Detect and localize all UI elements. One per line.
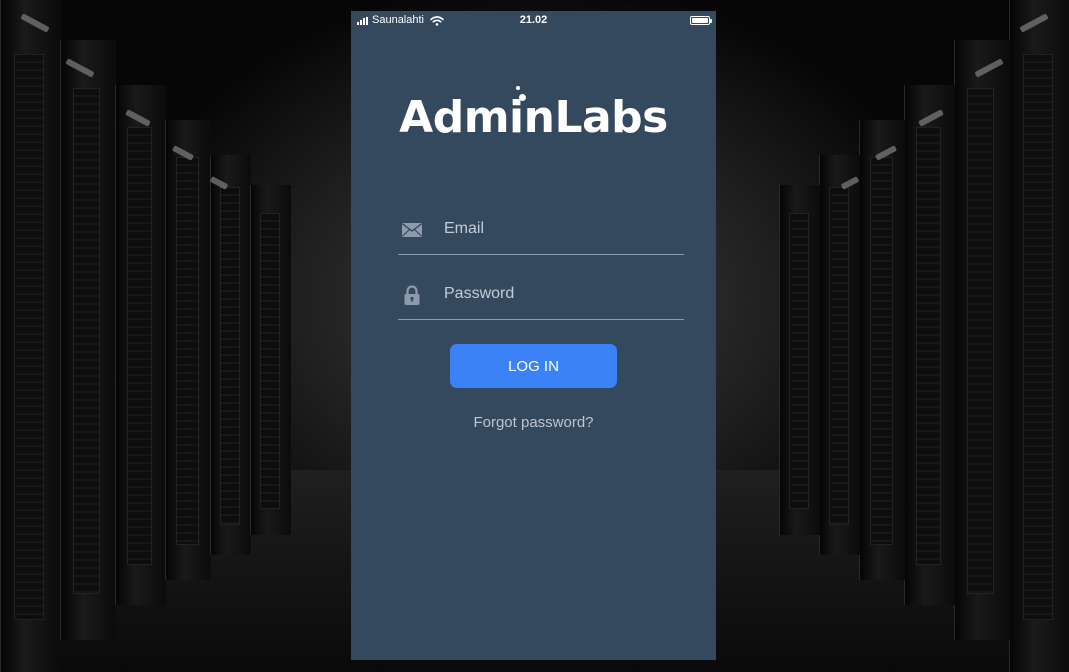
app-logo: AdminLabs: [351, 83, 716, 153]
server-rack: [60, 40, 116, 640]
envelope-icon: [402, 223, 422, 237]
server-rack: [0, 0, 61, 672]
server-rack: [210, 155, 251, 555]
status-time: 21.02: [519, 14, 548, 26]
server-rack: [819, 155, 860, 555]
password-input[interactable]: [444, 278, 674, 310]
server-rack: [779, 185, 820, 535]
phone-screen: Saunalahti 21.02 AdminLabs Email LOG IN …: [351, 11, 716, 660]
server-rack: [115, 85, 166, 605]
email-input[interactable]: [444, 213, 674, 245]
server-rack: [165, 120, 211, 580]
forgot-password-link[interactable]: Forgot password?: [351, 414, 716, 432]
email-field: [398, 203, 684, 255]
password-field: [398, 268, 684, 320]
server-rack: [904, 85, 955, 605]
status-bar: Saunalahti 21.02: [351, 11, 716, 31]
lock-icon: [404, 285, 420, 305]
logo-dots-icon: [514, 86, 527, 108]
server-rack: [859, 120, 905, 580]
battery-icon: [690, 16, 712, 25]
battery-fill: [692, 18, 708, 23]
server-rack: [250, 185, 291, 535]
logo-wordmark: AdminLabs: [399, 83, 668, 153]
server-rack: [1009, 0, 1069, 672]
logo-text: AdminLabs: [399, 92, 668, 143]
server-rack: [954, 40, 1010, 640]
login-button[interactable]: LOG IN: [450, 344, 617, 388]
